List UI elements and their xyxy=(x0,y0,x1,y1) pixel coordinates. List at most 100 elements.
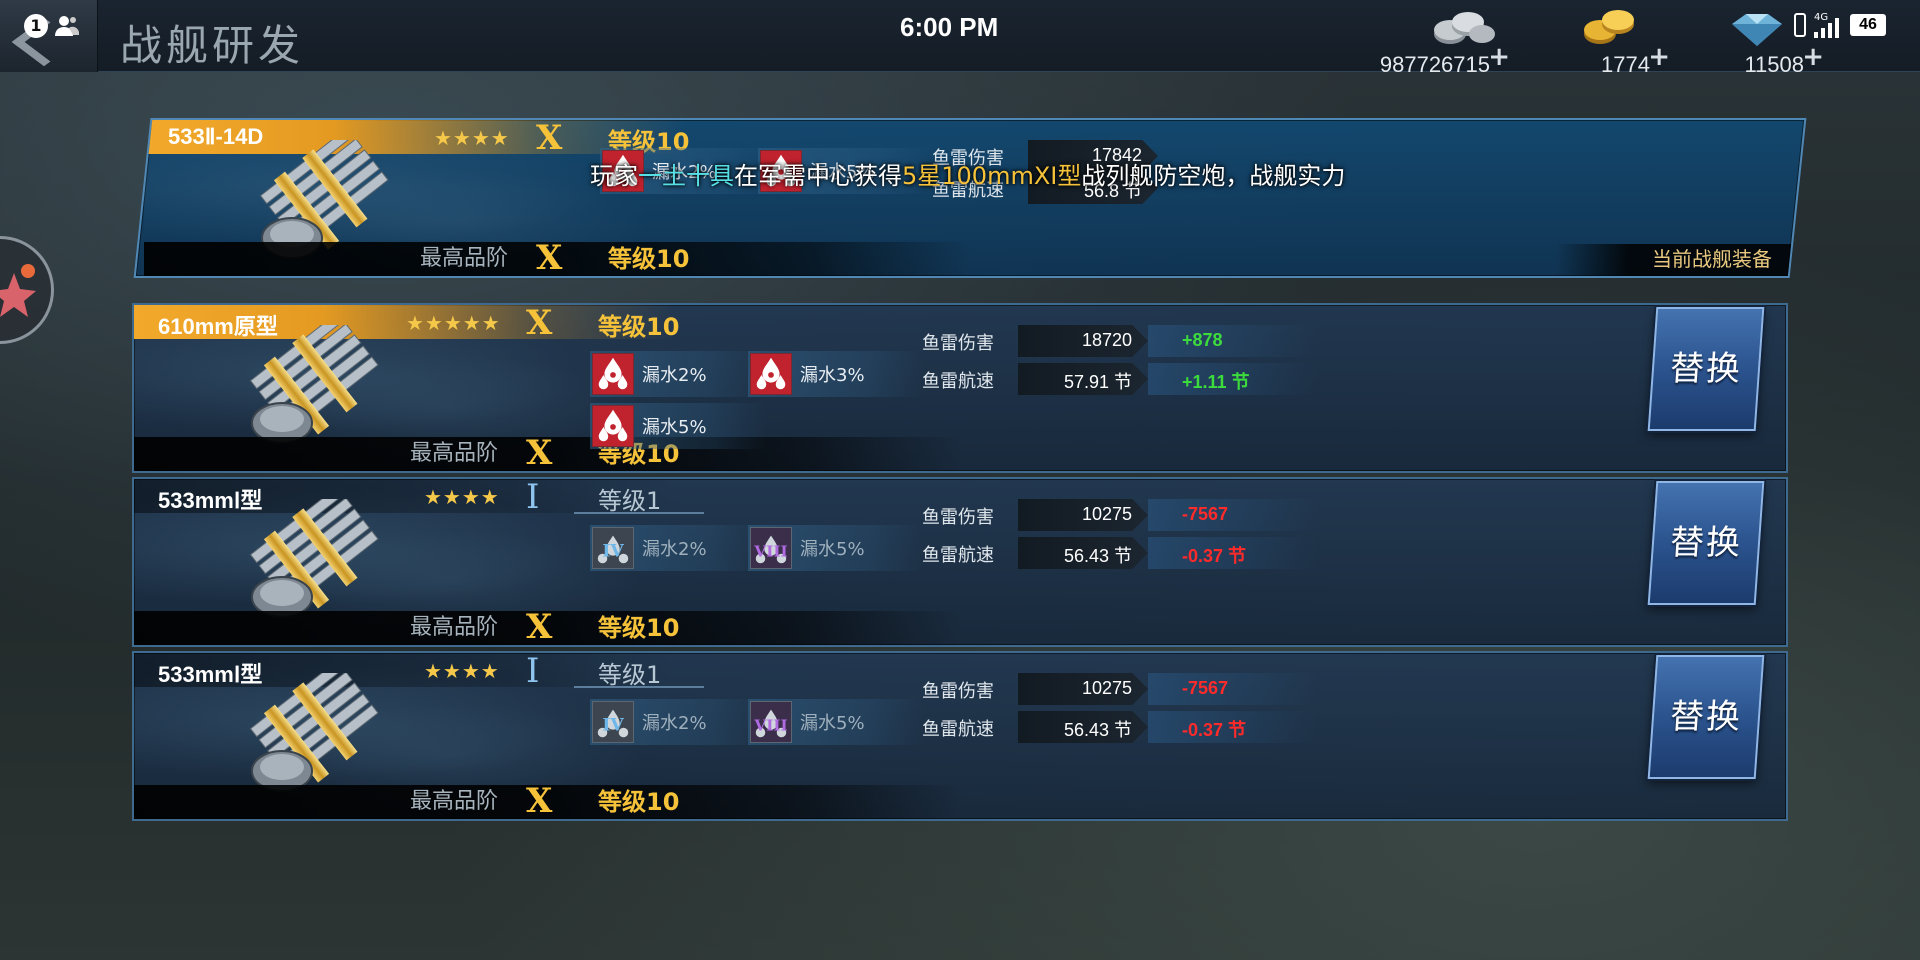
rank-roman: I xyxy=(526,651,540,691)
stat-diff: +1.11 节 xyxy=(1182,372,1250,392)
replace-button[interactable]: 替换 xyxy=(1647,307,1765,431)
add-diamond-icon[interactable]: + xyxy=(1802,42,1824,72)
star-rating: ★★★★★ xyxy=(406,311,501,335)
stat-label: 鱼雷伤害 xyxy=(922,333,994,354)
bottom-band xyxy=(134,785,1786,819)
diamond-amount: 11508 xyxy=(1744,52,1804,77)
skill-leak: VIII 漏水5% xyxy=(748,525,924,571)
locked-leak-icon-4: IV xyxy=(592,527,634,569)
level-underline xyxy=(574,512,704,514)
skill-label: 漏水2% xyxy=(642,539,707,560)
star-rating: ★★★★ xyxy=(424,659,500,683)
torpedo-launcher-icon xyxy=(249,499,379,618)
svg-text:IV: IV xyxy=(602,716,624,736)
notification-badge: 1 xyxy=(24,14,48,38)
stat-row: 鱼雷伤害 10275 -7567 xyxy=(922,499,1362,531)
star-rating: ★★★★ xyxy=(434,126,510,150)
replace-button[interactable]: 替换 xyxy=(1647,655,1765,779)
diamond-icon xyxy=(1732,14,1782,46)
rank-roman: X xyxy=(536,118,563,158)
svg-text:VIII: VIII xyxy=(753,717,787,735)
broadcast-item: 5星100mmⅩⅠ型 xyxy=(902,162,1082,190)
phone-status-bar: 4G 46 xyxy=(1792,12,1902,42)
silver-amount: 987726715 xyxy=(1379,52,1490,77)
stat-value: 10275 xyxy=(1081,678,1132,698)
max-level: 等级10 xyxy=(598,788,680,816)
stat-diff-bg xyxy=(1148,673,1318,705)
add-gold-icon[interactable]: + xyxy=(1648,42,1670,72)
stat-value: 57.91 节 xyxy=(1063,372,1132,392)
currency-gold[interactable]: 1774 + xyxy=(1572,6,1672,77)
broadcast-suffix: 战列舰防空炮，战舰实力 xyxy=(1081,162,1346,190)
item-level: 等级10 xyxy=(598,313,680,341)
floating-assistant-button[interactable] xyxy=(0,236,54,344)
bottom-band xyxy=(144,242,1800,276)
page-title: 战舰研发 xyxy=(120,21,305,70)
skill-leak: IV 漏水2% xyxy=(590,699,766,745)
card-content: 533Ⅱ-14D ★★★★ X 等级10 最高品阶 X 等级10 漏水2% 漏水… xyxy=(144,118,1800,278)
torpedo-card-equipped[interactable]: 533Ⅱ-14D ★★★★ X 等级10 最高品阶 X 等级10 漏水2% 漏水… xyxy=(133,118,1807,278)
stat-label: 鱼雷航速 xyxy=(922,371,994,392)
stat-value: 10275 xyxy=(1081,504,1132,524)
stat-label: 鱼雷航速 xyxy=(922,545,994,566)
svg-text:IV: IV xyxy=(602,542,624,562)
currency-silver[interactable]: 987726715 + xyxy=(1372,6,1512,77)
stat-diff: -0.37 节 xyxy=(1182,720,1247,740)
star-rating: ★★★★ xyxy=(424,485,500,509)
broadcast-player: 一土十具 xyxy=(638,162,734,190)
stat-row: 鱼雷伤害 10275 -7567 xyxy=(922,673,1362,705)
stat-value: 56.43 节 xyxy=(1063,720,1132,740)
person-icon xyxy=(55,16,79,36)
stat-row: 鱼雷伤害 18720 +878 xyxy=(922,325,1362,357)
item-level: 等级1 xyxy=(598,487,662,515)
stat-row: 鱼雷航速 56.43 节 -0.37 节 xyxy=(922,711,1362,743)
skill-label: 漏水5% xyxy=(642,417,707,438)
max-rank-roman: X xyxy=(526,781,553,821)
stat-value: 18720 xyxy=(1081,330,1132,350)
skill-leak: 漏水2% xyxy=(590,351,766,397)
gold-amount: 1774 xyxy=(1601,52,1650,77)
broadcast-message: 玩家一土十具在军需中心获得5星100mmⅩⅠ型战列舰防空炮，战舰实力 xyxy=(590,156,1345,196)
max-rank-roman: X xyxy=(536,238,563,278)
gold-coins-icon xyxy=(1584,10,1634,44)
svg-text:VIII: VIII xyxy=(753,543,787,561)
leak-icon xyxy=(592,405,634,447)
stat-diff: +878 xyxy=(1182,330,1223,350)
replace-button[interactable]: 替换 xyxy=(1647,481,1765,605)
broadcast-prefix: 玩家 xyxy=(590,162,638,190)
locked-leak-icon-8: VIII xyxy=(750,701,792,743)
stat-diff: -7567 xyxy=(1182,678,1229,698)
torpedo-card[interactable]: 610mm原型 ★★★★★ X 等级10 最高品阶 X 等级10 漏水2% 漏水… xyxy=(132,303,1788,473)
leak-icon xyxy=(750,353,792,395)
bottom-band xyxy=(134,437,1786,471)
locked-leak-icon-4: IV xyxy=(592,701,634,743)
stat-diff-bg xyxy=(1148,325,1318,357)
battery-level: 46 xyxy=(1850,14,1886,36)
max-level: 等级10 xyxy=(598,614,680,642)
skill-leak: 漏水3% xyxy=(748,351,924,397)
stat-value: 56.43 节 xyxy=(1063,546,1132,566)
skill-leak: VIII 漏水5% xyxy=(748,699,924,745)
stat-diff: -7567 xyxy=(1182,504,1229,524)
skill-label: 漏水2% xyxy=(642,365,707,386)
max-level: 等级10 xyxy=(608,245,690,273)
add-silver-icon[interactable]: + xyxy=(1488,42,1510,72)
locked-leak-icon-8: VIII xyxy=(750,527,792,569)
max-rank-roman: X xyxy=(526,607,553,647)
skill-label: 漏水5% xyxy=(800,713,865,734)
back-button[interactable]: 1 xyxy=(0,0,98,72)
stat-row: 鱼雷航速 57.91 节 +1.11 节 xyxy=(922,363,1362,395)
torpedo-launcher-icon xyxy=(249,325,379,444)
stat-row: 鱼雷航速 56.43 节 -0.37 节 xyxy=(922,537,1362,569)
torpedo-card[interactable]: 533mmⅠ型 ★★★★ I 等级1 最高品阶 X 等级10 IV 漏水2% V… xyxy=(132,651,1788,821)
max-rank-roman: X xyxy=(526,433,553,473)
broadcast-mid: 在军需中心获得 xyxy=(734,162,902,190)
stat-diff: -0.37 节 xyxy=(1182,546,1247,566)
leak-icon xyxy=(592,353,634,395)
torpedo-card[interactable]: 533mmⅠ型 ★★★★ I 等级1 最高品阶 X 等级10 IV 漏水2% V… xyxy=(132,477,1788,647)
skill-label: 漏水3% xyxy=(800,365,865,386)
max-grade-label: 最高品阶 xyxy=(410,441,499,466)
signal-icon xyxy=(1814,18,1839,38)
vibrate-icon xyxy=(1794,13,1806,37)
current-equipment-tag: 当前战舰装备 xyxy=(1652,247,1772,271)
